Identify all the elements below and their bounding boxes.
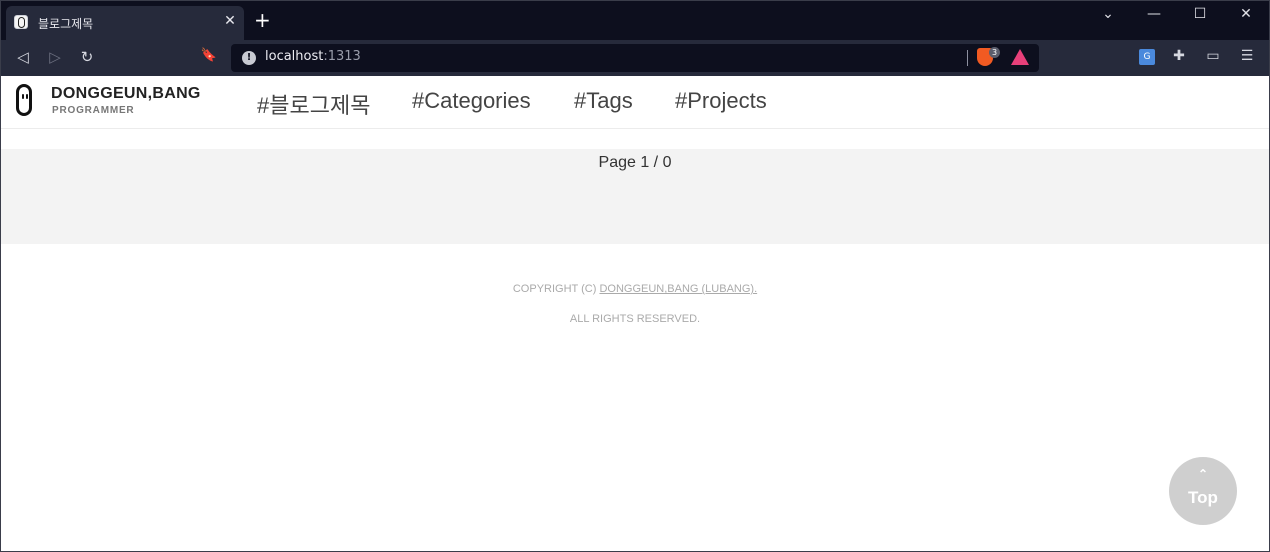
nav-projects[interactable]: #Projects [675,88,767,114]
new-tab-button[interactable]: + [254,10,271,30]
maximize-button[interactable]: ☐ [1185,6,1215,22]
close-window-button[interactable]: ✕ [1231,6,1261,22]
page-indicator: Page 1 / 0 [598,154,672,171]
forward-button[interactable]: ▷ [44,48,66,66]
site-logo-icon[interactable] [16,84,32,116]
url-port: :1313 [323,49,361,64]
author-link[interactable]: DONGGEUN,BANG (LUBANG). [599,283,757,295]
back-to-top-button[interactable]: ⌃ Top [1169,457,1237,525]
pagination-band: Page 1 / 0 [0,149,1270,244]
extensions-puzzle-icon[interactable]: ✚ [1169,48,1189,64]
nav-blog-title[interactable]: #블로그제목 [257,88,370,120]
tab-close-icon[interactable]: ✕ [222,13,238,29]
nav-tags[interactable]: #Tags [574,88,633,114]
copyright-line: COPYRIGHT (C) DONGGEUN,BANG (LUBANG). [0,283,1270,295]
tab-search-icon[interactable]: ⌄ [1093,6,1123,22]
top-label: Top [1188,488,1218,507]
shields-count-badge: 3 [989,47,1001,58]
reload-button[interactable]: ↻ [76,48,98,66]
bookmark-icon[interactable]: 🔖 [198,48,220,63]
rights-reserved: ALL RIGHTS RESERVED. [569,313,701,325]
nav-categories[interactable]: #Categories [412,88,531,114]
url-host: localhost [265,49,324,64]
copyright-prefix: COPYRIGHT (C) [512,283,600,295]
address-divider [967,50,968,66]
translate-icon[interactable]: G [1139,49,1155,65]
brand-subtitle: PROGRAMMER [52,105,135,116]
brave-rewards-icon[interactable] [1011,49,1029,65]
chevron-up-icon: ⌃ [1197,467,1209,481]
browser-toolbar: ◁ ▷ ↻ 🔖 ! localhost:1313 3 G ✚ ▭ ☰ [0,40,1270,76]
site-info-icon[interactable]: ! [242,51,256,65]
site-header: DONGGEUN,BANG PROGRAMMER #블로그제목 #Categor… [0,76,1270,129]
site-favicon-icon [14,15,28,29]
browser-tab[interactable]: 블로그제목 ✕ [6,6,244,40]
address-bar[interactable]: ! localhost:1313 3 [231,44,1039,72]
tab-title: 블로그제목 [38,17,94,31]
brand-name[interactable]: DONGGEUN,BANG [51,85,201,103]
browser-menu-icon[interactable]: ☰ [1237,48,1257,64]
back-button[interactable]: ◁ [12,48,34,66]
wallet-icon[interactable]: ▭ [1203,48,1223,64]
browser-titlebar: 블로그제목 ✕ + ⌄ — ☐ ✕ [0,0,1270,40]
url-text[interactable]: localhost:1313 [265,49,361,64]
minimize-button[interactable]: — [1139,6,1169,22]
